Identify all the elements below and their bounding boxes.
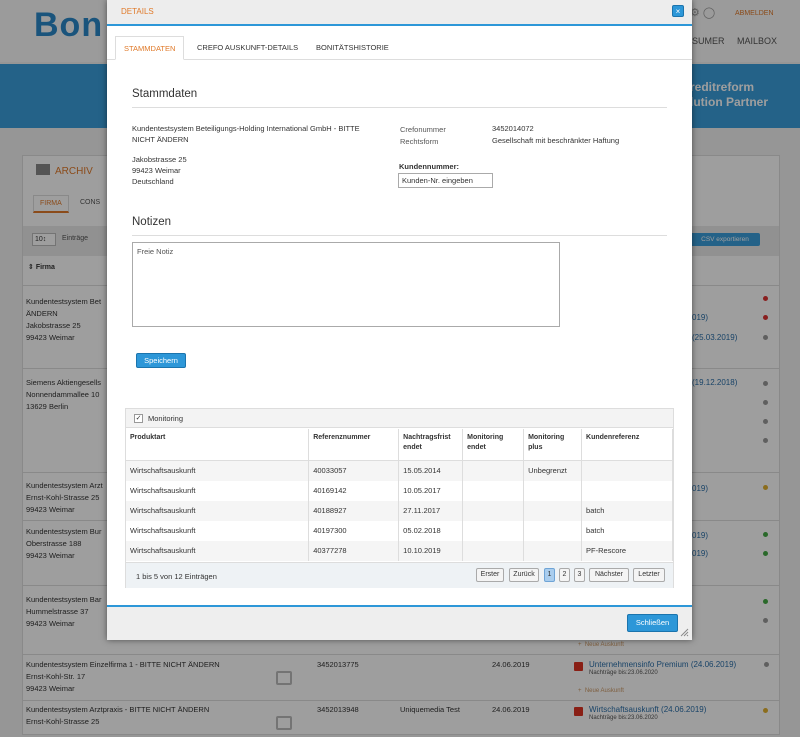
column-header-kundenreferenz[interactable]: Kundenreferenz xyxy=(581,429,673,461)
last-page-button[interactable]: Letzter xyxy=(633,568,665,582)
cell-monitoring-plus xyxy=(523,500,583,521)
monitoring-footer: 1 bis 5 von 12 Einträgen Erster Zurück 1… xyxy=(126,562,673,588)
cell-produktart: Wirtschaftsauskunft xyxy=(126,460,310,481)
cell-nachtragsfrist: 15.05.2014 xyxy=(398,460,464,481)
column-header-referenznummer[interactable]: Referenznummer xyxy=(308,429,400,461)
save-button[interactable]: Speichern xyxy=(136,353,186,368)
country: Deutschland xyxy=(132,177,174,186)
city: 99423 Weimar xyxy=(132,166,181,175)
company-name-line1: Kundentestsystem Beteiligungs-Holding In… xyxy=(132,124,360,133)
table-row: Wirtschaftsauskunft 40169142 10.05.2017 xyxy=(126,480,673,501)
close-button[interactable]: Schließen xyxy=(627,614,678,632)
first-page-button[interactable]: Erster xyxy=(476,568,504,582)
cell-kundenreferenz xyxy=(581,460,673,481)
divider xyxy=(132,235,667,236)
company-address: Kundentestsystem Beteiligungs-Holding In… xyxy=(132,123,360,187)
cell-referenznummer: 40033057 xyxy=(308,460,400,481)
resize-handle-icon[interactable] xyxy=(680,628,689,637)
column-header-produktart[interactable]: Produktart xyxy=(126,429,310,461)
prev-page-button[interactable]: Zurück xyxy=(509,568,539,582)
rechtsform-label: Rechtsform xyxy=(400,137,439,146)
details-modal: DETAILS × STAMMDATEN CREFO AUSKUNFT-DETA… xyxy=(107,0,692,640)
column-header-nachtragsfrist[interactable]: Nachtragsfrist endet xyxy=(398,429,464,461)
cell-referenznummer: 40188927 xyxy=(308,500,400,521)
page-3-button[interactable]: 3 xyxy=(574,568,585,582)
cell-kundenreferenz xyxy=(581,480,673,501)
cell-nachtragsfrist: 27.11.2017 xyxy=(398,500,464,521)
tab-bonitaetshistorie[interactable]: BONITÄTSHISTORIE xyxy=(308,36,397,60)
cell-referenznummer: 40377278 xyxy=(308,540,400,561)
cell-monitoring-plus: Unbegrenzt xyxy=(523,460,583,481)
monitoring-panel: ✓ Monitoring Produktart Referenznummer N… xyxy=(125,408,674,588)
company-name-line2: NICHT ÄNDERN xyxy=(132,135,189,144)
monitoring-checkbox[interactable]: ✓ xyxy=(134,414,143,423)
column-header-monitoring-endet[interactable]: Monitoring endet xyxy=(462,429,525,461)
cell-nachtragsfrist: 05.02.2018 xyxy=(398,520,464,541)
monitoring-table: Produktart Referenznummer Nachtragsfrist… xyxy=(126,429,673,561)
modal-titlebar: DETAILS × xyxy=(107,0,692,26)
cell-produktart: Wirtschaftsauskunft xyxy=(126,500,310,521)
table-row: Wirtschaftsauskunft 40033057 15.05.2014 … xyxy=(126,460,673,481)
cell-monitoring-plus xyxy=(523,520,583,541)
cell-nachtragsfrist: 10.10.2019 xyxy=(398,540,464,561)
cell-produktart: Wirtschaftsauskunft xyxy=(126,480,310,501)
cell-referenznummer: 40197300 xyxy=(308,520,400,541)
tab-crefo-auskunft-details[interactable]: CREFO AUSKUNFT-DETAILS xyxy=(189,36,306,60)
cell-kundenreferenz: batch xyxy=(581,520,673,541)
cell-monitoring-endet xyxy=(462,540,525,561)
tab-stammdaten[interactable]: STAMMDATEN xyxy=(115,36,185,60)
table-row: Wirtschaftsauskunft 40197300 05.02.2018 … xyxy=(126,520,673,541)
cell-kundenreferenz: PF-Rescore xyxy=(581,540,673,561)
table-row: Wirtschaftsauskunft 40188927 27.11.2017 … xyxy=(126,500,673,521)
kundennummer-label: Kundennummer: xyxy=(399,162,459,171)
cell-produktart: Wirtschaftsauskunft xyxy=(126,540,310,561)
rechtsform-value: Gesellschaft mit beschränkter Haftung xyxy=(492,136,620,145)
cell-kundenreferenz: batch xyxy=(581,500,673,521)
pagination-info: 1 bis 5 von 12 Einträgen xyxy=(136,572,217,581)
street: Jakobstrasse 25 xyxy=(132,155,187,164)
table-row: Wirtschaftsauskunft 40377278 10.10.2019 … xyxy=(126,540,673,561)
column-header-monitoring-plus[interactable]: Monitoring plus xyxy=(523,429,583,461)
cell-monitoring-endet xyxy=(462,520,525,541)
kundennummer-input[interactable]: Kunden-Nr. eingeben xyxy=(398,173,493,188)
cell-monitoring-plus xyxy=(523,480,583,501)
modal-footer xyxy=(107,605,692,640)
close-icon[interactable]: × xyxy=(672,5,684,17)
crefonummer-label: Crefonummer xyxy=(400,125,446,134)
page-2-button[interactable]: 2 xyxy=(559,568,570,582)
table-header-row: Produktart Referenznummer Nachtragsfrist… xyxy=(126,429,673,461)
notiz-textarea[interactable]: Freie Notiz xyxy=(132,242,560,327)
crefonummer-value: 3452014072 xyxy=(492,124,534,133)
page-1-button[interactable]: 1 xyxy=(544,568,555,582)
cell-referenznummer: 40169142 xyxy=(308,480,400,501)
cell-produktart: Wirtschaftsauskunft xyxy=(126,520,310,541)
monitoring-header: ✓ Monitoring xyxy=(126,409,673,428)
cell-monitoring-endet xyxy=(462,460,525,481)
divider xyxy=(132,107,667,108)
modal-title: DETAILS xyxy=(121,7,154,16)
monitoring-label: Monitoring xyxy=(148,414,184,423)
cell-nachtragsfrist: 10.05.2017 xyxy=(398,480,464,501)
cell-monitoring-endet xyxy=(462,480,525,501)
stammdaten-heading: Stammdaten xyxy=(132,88,198,100)
cell-monitoring-plus xyxy=(523,540,583,561)
notizen-heading: Notizen xyxy=(132,216,171,228)
cell-monitoring-endet xyxy=(462,500,525,521)
modal-tabs: STAMMDATEN CREFO AUSKUNFT-DETAILS BONITÄ… xyxy=(107,28,692,60)
next-page-button[interactable]: Nächster xyxy=(589,568,629,582)
